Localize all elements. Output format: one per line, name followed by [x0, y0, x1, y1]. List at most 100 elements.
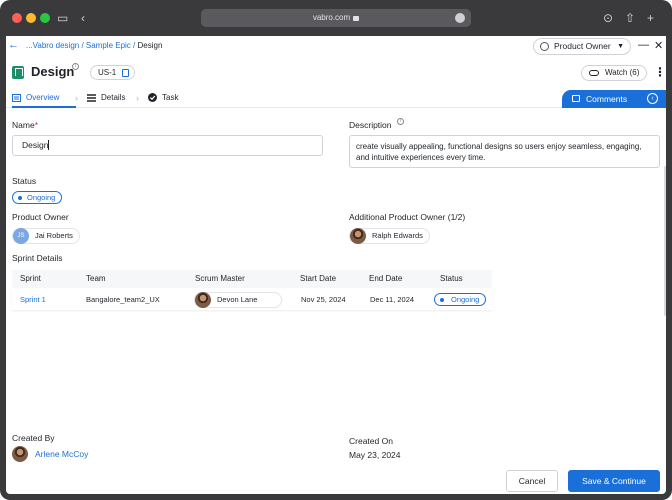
- column-header: Status: [440, 274, 463, 283]
- zoom-window-button[interactable]: [40, 13, 50, 23]
- browser-back-icon[interactable]: ‹: [81, 10, 85, 26]
- status-label: Status: [12, 176, 37, 186]
- additional-owner-label: Additional Product Owner (1/2): [349, 212, 466, 222]
- scrum-master-name: Devon Lane: [217, 295, 258, 304]
- tab-label: Overview: [26, 93, 60, 102]
- additional-owner-name: Ralph Edwards: [372, 231, 423, 240]
- more-options-icon[interactable]: ⋮: [654, 66, 666, 78]
- column-header: End Date: [369, 274, 403, 283]
- column-header: Team: [86, 274, 106, 283]
- tab-details[interactable]: Details: [87, 90, 137, 108]
- additional-owner-chip[interactable]: Ralph Edwards: [349, 228, 430, 244]
- avatar: [350, 228, 366, 244]
- back-arrow-icon[interactable]: ←: [8, 39, 19, 51]
- user-circle-icon: [540, 42, 549, 51]
- start-date-cell: Nov 25, 2024: [301, 295, 346, 304]
- text-cursor: [48, 140, 50, 150]
- address-bar[interactable]: vabro.com: [201, 9, 471, 27]
- check-circle-icon: [148, 93, 157, 102]
- tab-label: Details: [101, 93, 126, 102]
- tab-task[interactable]: Task: [148, 90, 192, 108]
- sprint-details-title: Sprint Details: [12, 253, 63, 263]
- breadcrumb: ...Vabro design / Sample Epic / Design: [26, 41, 163, 50]
- save-continue-button[interactable]: Save & Continue: [568, 470, 660, 492]
- url-text: vabro.com: [312, 13, 351, 22]
- scrum-master-chip[interactable]: Devon Lane: [194, 292, 282, 308]
- comments-button[interactable]: Comments ‹: [562, 90, 666, 108]
- column-header: Sprint: [20, 274, 41, 283]
- download-icon[interactable]: ⊙: [603, 10, 613, 26]
- tab-label: Task: [162, 93, 179, 102]
- page-title: Design: [31, 64, 75, 79]
- product-owner-chip[interactable]: JS Jai Roberts: [12, 228, 80, 244]
- created-on-value: May 23, 2024: [349, 450, 401, 460]
- breadcrumb-link-epic[interactable]: Sample Epic: [86, 41, 131, 50]
- minimize-panel-icon[interactable]: —: [638, 39, 649, 51]
- status-dot-icon: [18, 196, 22, 200]
- avatar: JS: [13, 228, 29, 244]
- sidebar-toggle-icon[interactable]: ▭: [57, 10, 68, 26]
- scrollbar[interactable]: [664, 166, 666, 316]
- breadcrumb-current: Design: [137, 41, 163, 50]
- product-owner-name: Jai Roberts: [35, 231, 73, 240]
- role-select[interactable]: Product Owner ▼: [533, 38, 631, 55]
- item-id-text: US-1: [98, 68, 117, 77]
- new-tab-icon[interactable]: +: [647, 10, 654, 26]
- copy-icon[interactable]: [122, 69, 130, 77]
- avatar: [195, 292, 211, 308]
- details-icon: [87, 94, 96, 102]
- end-date-cell: Dec 11, 2024: [370, 295, 415, 304]
- binoculars-icon: [589, 70, 599, 76]
- name-input[interactable]: Design: [12, 135, 323, 156]
- lock-icon: [353, 16, 360, 21]
- team-cell: Bangalore_team2_UX: [86, 295, 160, 304]
- sprint-link[interactable]: Sprint 1: [20, 290, 46, 310]
- sprint-status-value: Ongoing: [451, 295, 480, 304]
- name-input-value: Design: [22, 140, 49, 150]
- caret-down-icon: ▼: [617, 43, 624, 50]
- comments-label: Comments: [586, 94, 628, 104]
- collapse-comments-icon[interactable]: ‹: [647, 93, 658, 104]
- role-select-value: Product Owner: [554, 41, 611, 51]
- status-dot-icon: [440, 298, 444, 302]
- created-on-label: Created On: [349, 436, 393, 446]
- minimize-window-button[interactable]: [26, 13, 36, 23]
- description-label: Description: [349, 120, 392, 130]
- bookmark-icon: [12, 66, 24, 79]
- breadcrumb-bar: ← ...Vabro design / Sample Epic / Design…: [6, 36, 666, 56]
- browser-toolbar: ▭ ‹ vabro.com ⊙ ⇧ +: [0, 0, 672, 36]
- chevron-right-icon: ›: [75, 93, 78, 103]
- item-header: Design i US-1 Watch (6) ⋮: [6, 62, 666, 84]
- close-panel-icon[interactable]: ✕: [654, 39, 663, 52]
- info-icon[interactable]: i: [72, 63, 79, 70]
- watch-label: Watch (6): [605, 68, 640, 77]
- watch-button[interactable]: Watch (6): [581, 65, 647, 81]
- column-header: Scrum Master: [195, 274, 245, 283]
- description-value: create visually appealing, functional de…: [356, 142, 642, 162]
- list-icon: [12, 94, 21, 102]
- name-label: Name*: [12, 120, 38, 130]
- reload-icon[interactable]: [455, 13, 465, 23]
- app-window: ← ...Vabro design / Sample Epic / Design…: [0, 36, 672, 500]
- product-owner-label: Product Owner: [12, 212, 69, 222]
- required-mark: *: [34, 120, 38, 130]
- description-info-icon[interactable]: i: [397, 118, 404, 125]
- breadcrumb-link-project[interactable]: ...Vabro design: [26, 41, 79, 50]
- column-header: Start Date: [300, 274, 337, 283]
- share-icon[interactable]: ⇧: [625, 10, 635, 26]
- comment-icon: [572, 95, 580, 102]
- status-value: Ongoing: [27, 193, 56, 202]
- table-header: Sprint Team Scrum Master Start Date End …: [12, 270, 492, 288]
- created-by-label: Created By: [12, 433, 55, 443]
- close-window-button[interactable]: [12, 13, 22, 23]
- item-id-badge[interactable]: US-1: [90, 65, 136, 80]
- sprint-status-badge: Ongoing: [434, 293, 487, 306]
- tab-overview[interactable]: Overview: [12, 90, 76, 108]
- chevron-right-icon: ›: [136, 93, 139, 103]
- created-by-value[interactable]: Arlene McCoy: [35, 449, 88, 459]
- description-textarea[interactable]: create visually appealing, functional de…: [349, 135, 660, 168]
- avatar: [12, 446, 28, 462]
- status-badge[interactable]: Ongoing: [12, 191, 63, 204]
- cancel-button[interactable]: Cancel: [506, 470, 558, 492]
- table-row[interactable]: Sprint 1 Bangalore_team2_UX Devon Lane N…: [12, 290, 492, 310]
